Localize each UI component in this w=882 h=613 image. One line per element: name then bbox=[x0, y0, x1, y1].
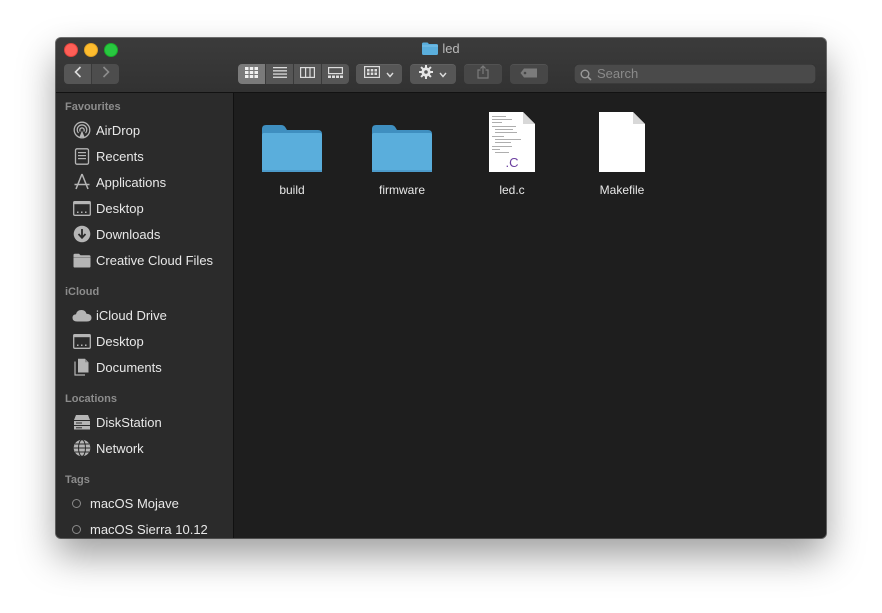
share-icon bbox=[477, 64, 489, 84]
titlebar: led Search bbox=[56, 38, 826, 93]
view-mode-control bbox=[238, 64, 349, 84]
file-item[interactable]: .C led.c bbox=[462, 103, 562, 198]
chevron-down-icon bbox=[386, 65, 394, 83]
file-name: firmware bbox=[378, 183, 425, 197]
sidebar-item-tag-macos-sierra[interactable]: macOS Sierra 10.12 bbox=[66, 518, 208, 538]
tag-dot-icon bbox=[72, 498, 81, 508]
cloud-icon bbox=[72, 305, 92, 325]
navigation-buttons bbox=[64, 64, 119, 84]
sidebar-item-label: DiskStation bbox=[96, 414, 162, 430]
documents-icon bbox=[72, 357, 92, 377]
sidebar-item-tag-macos-mojave[interactable]: macOS Mojave bbox=[66, 492, 179, 514]
sidebar-item-documents[interactable]: Documents bbox=[72, 356, 162, 378]
section-header-tags: Tags bbox=[65, 474, 90, 486]
c-badge: .C bbox=[506, 155, 519, 170]
list-view-button[interactable] bbox=[266, 64, 294, 84]
file-item[interactable]: Makefile bbox=[572, 103, 672, 198]
sidebar-item-airdrop[interactable]: AirDrop bbox=[72, 119, 140, 141]
sidebar-item-label: Desktop bbox=[96, 200, 144, 216]
search-placeholder: Search bbox=[597, 66, 639, 81]
sidebar-item-label: iCloud Drive bbox=[96, 307, 167, 323]
sidebar-item-network[interactable]: Network bbox=[72, 437, 144, 459]
action-button[interactable] bbox=[410, 64, 456, 84]
file-name: Makefile bbox=[599, 183, 645, 197]
sidebar-item-label: Network bbox=[96, 440, 144, 456]
sidebar-item-label: Downloads bbox=[96, 226, 161, 242]
sidebar-item-label: Applications bbox=[96, 174, 167, 190]
share-button[interactable] bbox=[464, 64, 502, 84]
chevron-left-icon bbox=[73, 65, 82, 83]
window-title-area: led bbox=[56, 41, 826, 59]
downloads-icon bbox=[72, 224, 92, 244]
desktop-icon bbox=[72, 198, 92, 218]
folder-icon bbox=[352, 103, 452, 173]
sidebar-item-recents[interactable]: Recents bbox=[72, 145, 144, 167]
tag-icon bbox=[520, 65, 538, 83]
sidebar-item-applications[interactable]: Applications bbox=[72, 171, 166, 193]
grid-icon bbox=[245, 65, 258, 83]
columns-icon bbox=[300, 65, 316, 83]
section-header-icloud: iCloud bbox=[65, 286, 100, 298]
airdrop-icon bbox=[72, 120, 92, 140]
sidebar-item-diskstation[interactable]: DiskStation bbox=[72, 411, 162, 433]
folder-icon bbox=[422, 42, 439, 59]
folder-icon bbox=[242, 103, 342, 173]
gallery-view-button[interactable] bbox=[322, 64, 349, 84]
search-icon bbox=[580, 68, 592, 86]
sidebar-item-icloud-drive[interactable]: iCloud Drive bbox=[72, 304, 167, 326]
sidebar-item-downloads[interactable]: Downloads bbox=[72, 223, 160, 245]
forward-button[interactable] bbox=[92, 64, 119, 84]
file-name: led.c bbox=[499, 183, 525, 197]
sidebar-item-label: AirDrop bbox=[96, 122, 141, 138]
section-header-favourites: Favourites bbox=[65, 101, 121, 113]
chevron-down-icon bbox=[439, 65, 447, 83]
sidebar-item-label: Desktop bbox=[96, 333, 144, 349]
sidebar-item-label: macOS Sierra 10.12 bbox=[90, 521, 208, 537]
gear-icon bbox=[419, 64, 433, 84]
sidebar-item-label: macOS Mojave bbox=[90, 495, 179, 511]
column-view-button[interactable] bbox=[294, 64, 322, 84]
recents-icon bbox=[72, 146, 92, 166]
sidebar: Favourites AirDrop Recents Applications … bbox=[56, 93, 234, 538]
document-icon bbox=[572, 103, 672, 173]
tag-dot-icon bbox=[72, 524, 81, 534]
sidebar-item-label: Creative Cloud Files bbox=[96, 252, 214, 268]
applications-icon bbox=[72, 172, 92, 192]
network-icon bbox=[72, 438, 92, 458]
back-button[interactable] bbox=[64, 64, 92, 84]
sidebar-item-icloud-desktop[interactable]: Desktop bbox=[72, 330, 144, 352]
file-name: build bbox=[279, 183, 305, 197]
section-header-locations: Locations bbox=[65, 393, 117, 405]
c-source-file-icon: .C bbox=[462, 103, 562, 173]
finder-window: led Search Favourites AirDrop Recents Ap… bbox=[56, 38, 826, 538]
list-icon bbox=[272, 65, 287, 83]
tag-button[interactable] bbox=[510, 64, 548, 84]
sidebar-item-desktop[interactable]: Desktop bbox=[72, 197, 144, 219]
file-browser: build firmware .C led.c Makefile bbox=[234, 93, 826, 538]
search-field[interactable]: Search bbox=[574, 64, 816, 84]
group-button[interactable] bbox=[356, 64, 402, 84]
desktop-icon bbox=[72, 331, 92, 351]
server-icon bbox=[72, 412, 92, 432]
sidebar-item-creative-cloud-files[interactable]: Creative Cloud Files bbox=[72, 249, 213, 271]
folder-icon bbox=[72, 250, 92, 270]
sidebar-item-label: Documents bbox=[96, 359, 162, 375]
chevron-right-icon bbox=[102, 65, 110, 83]
group-icon bbox=[364, 65, 381, 83]
gallery-icon bbox=[328, 65, 344, 83]
file-item[interactable]: firmware bbox=[352, 103, 452, 198]
icon-view-button[interactable] bbox=[238, 64, 266, 84]
window-title: led bbox=[442, 41, 460, 56]
sidebar-item-label: Recents bbox=[96, 148, 144, 164]
file-item[interactable]: build bbox=[242, 103, 342, 198]
